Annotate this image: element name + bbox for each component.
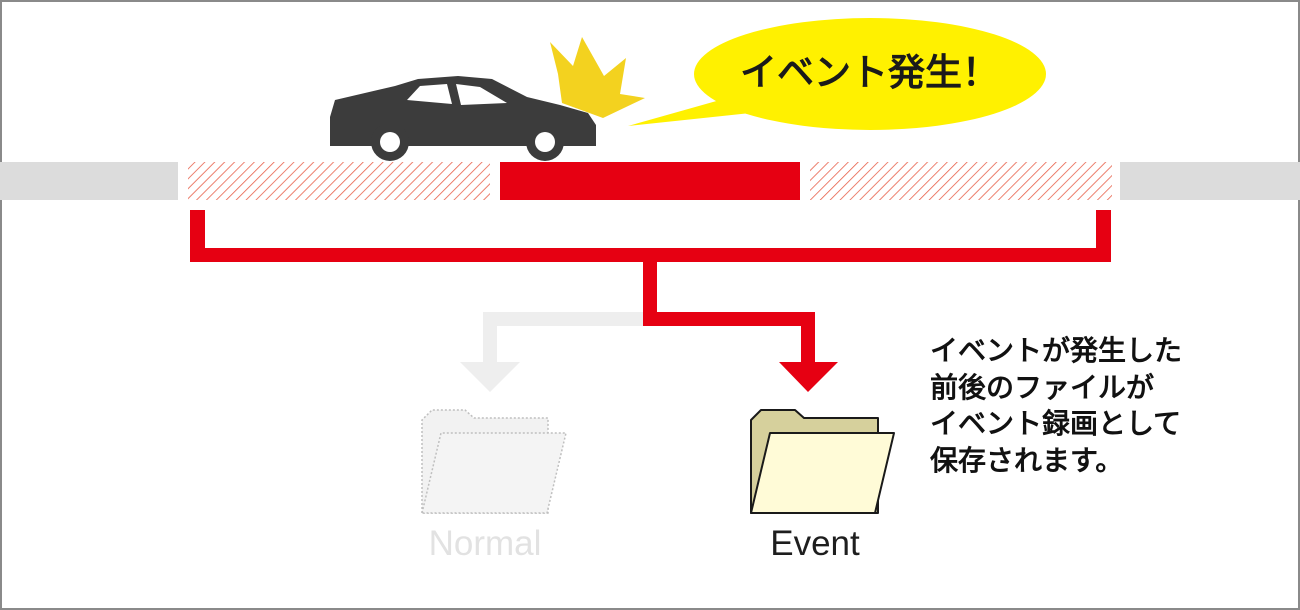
diagram-canvas bbox=[0, 0, 1300, 610]
description-line: イベントが発生した bbox=[930, 334, 1183, 367]
description-text: イベントが発生した 前後のファイルが イベント録画として 保存されます。 bbox=[930, 333, 1230, 479]
normal-folder-label: Normal bbox=[428, 524, 542, 563]
bracket-connector bbox=[190, 210, 1111, 326]
description-line: 前後のファイルが bbox=[930, 370, 1155, 404]
normal-folder-icon bbox=[421, 409, 567, 514]
event-folder-label: Event bbox=[770, 524, 860, 563]
event-path-arrow bbox=[643, 312, 838, 392]
event-folder-icon bbox=[750, 409, 895, 514]
post-event-segment bbox=[810, 162, 1112, 200]
impact-burst-icon bbox=[550, 37, 645, 118]
normal-path-arrow bbox=[460, 312, 657, 392]
track-left-segment bbox=[0, 162, 178, 200]
pre-event-segment bbox=[188, 162, 490, 200]
description-line: イベント録画として bbox=[930, 407, 1182, 440]
event-recording-diagram: イベント発生！ イベントが発生した 前後のファイルが イベント録画として 保存さ… bbox=[0, 0, 1300, 610]
description-line: 保存されます。 bbox=[930, 443, 1124, 477]
track-right-segment bbox=[1120, 162, 1300, 200]
car-icon bbox=[330, 76, 596, 161]
event-segment bbox=[500, 162, 800, 200]
speech-bubble-text: イベント発生！ bbox=[740, 51, 999, 94]
